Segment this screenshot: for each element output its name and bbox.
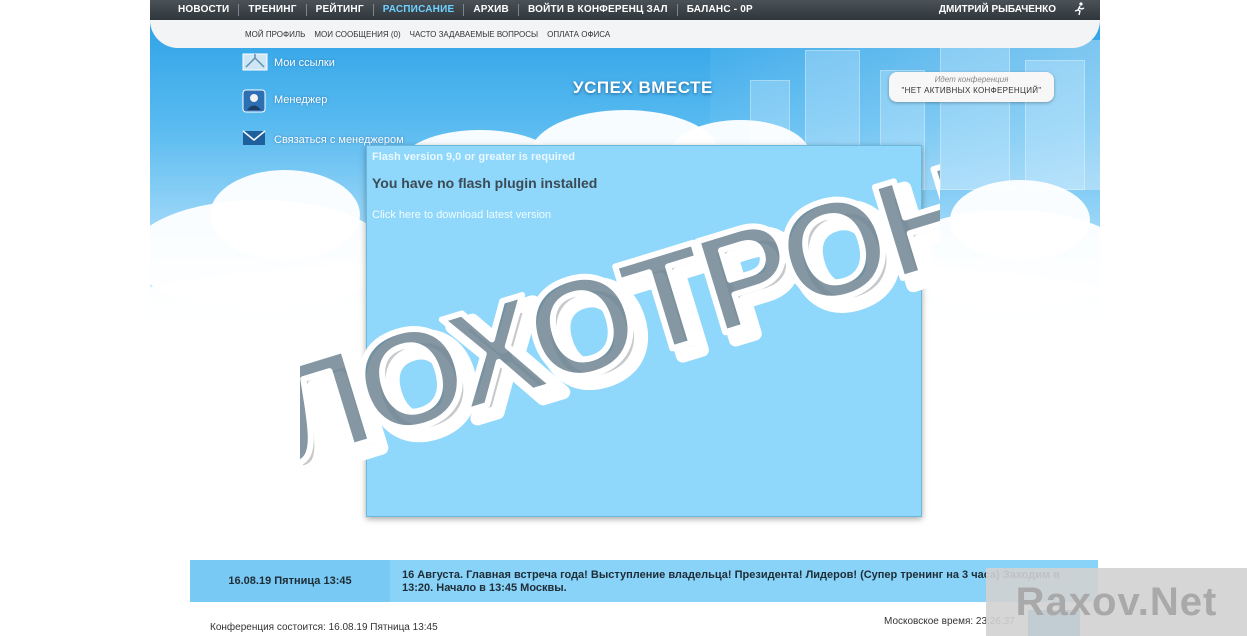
nav-enter-conference-hall[interactable]: ВОЙТИ В КОНФЕРЕНЦ ЗАЛ [519,4,678,16]
nav-training[interactable]: ТРЕНИНГ [239,4,307,16]
subnav-office-payment[interactable]: ОПЛАТА ОФИСА [547,30,610,39]
page-title: УСПЕХ ВМЕСТЕ [573,78,713,97]
envelope-icon [242,129,268,151]
conference-footer: Конференция состоится: 16.08.19 Пятница … [190,602,1098,636]
user-name[interactable]: ДМИТРИЙ РЫБАЧЕНКО [939,4,1056,15]
top-navigation: НОВОСТИ ТРЕНИНГ РЕЙТИНГ РАСПИСАНИЕ АРХИВ… [150,0,1100,20]
side-link-my-links[interactable]: Мои ссылки [242,52,335,74]
running-man-icon[interactable] [1074,2,1086,19]
subnav-my-profile[interactable]: МОЙ ПРОФИЛЬ [245,30,305,39]
news-date: 16.08.19 Пятница 13:45 [190,560,390,602]
conference-caption: Идет конференция [934,75,1009,84]
nav-schedule[interactable]: РАСПИСАНИЕ [374,4,465,16]
conference-schedule: Конференция состоится: 16.08.19 Пятница … [210,622,438,633]
nav-rating[interactable]: РЕЙТИНГ [307,4,374,16]
flash-player-area: Flash version 9,0 or greater is required… [366,145,922,517]
flash-version-notice: Flash version 9,0 or greater is required [372,151,575,163]
nav-news[interactable]: НОВОСТИ [150,4,240,16]
page: НОВОСТИ ТРЕНИНГ РЕЙТИНГ РАСПИСАНИЕ АРХИВ… [0,0,1247,636]
flash-download-link[interactable]: Click here to download latest version [372,209,551,221]
watermark-text: Raxov.Net [1015,579,1218,624]
side-link-manager[interactable]: Менеджер [242,89,328,113]
nav-balance[interactable]: БАЛАНС - 0Р [678,4,762,16]
subnav-faq[interactable]: ЧАСТО ЗАДАВАЕМЫЕ ВОПРОСЫ [410,30,539,39]
site-watermark: Raxov.Net [986,568,1247,636]
nav-archive[interactable]: АРХИВ [464,4,519,16]
link-icon [242,52,268,74]
side-link-label: Менеджер [274,94,328,106]
manager-icon [242,89,268,113]
sub-navigation: МОЙ ПРОФИЛЬ МОИ СООБЩЕНИЯ (0) ЧАСТО ЗАДА… [150,20,1100,48]
subnav-my-messages[interactable]: МОИ СООБЩЕНИЯ (0) [314,30,400,39]
conference-status-box: Идет конференция "НЕТ АКТИВНЫХ КОНФЕРЕНЦ… [889,72,1054,102]
side-link-label: Мои ссылки [274,57,335,69]
flash-missing-notice: You have no flash plugin installed [372,175,598,191]
conference-status: "НЕТ АКТИВНЫХ КОНФЕРЕНЦИЙ" [901,86,1042,95]
news-ticker: 16.08.19 Пятница 13:45 16 Августа. Главн… [190,560,1098,602]
